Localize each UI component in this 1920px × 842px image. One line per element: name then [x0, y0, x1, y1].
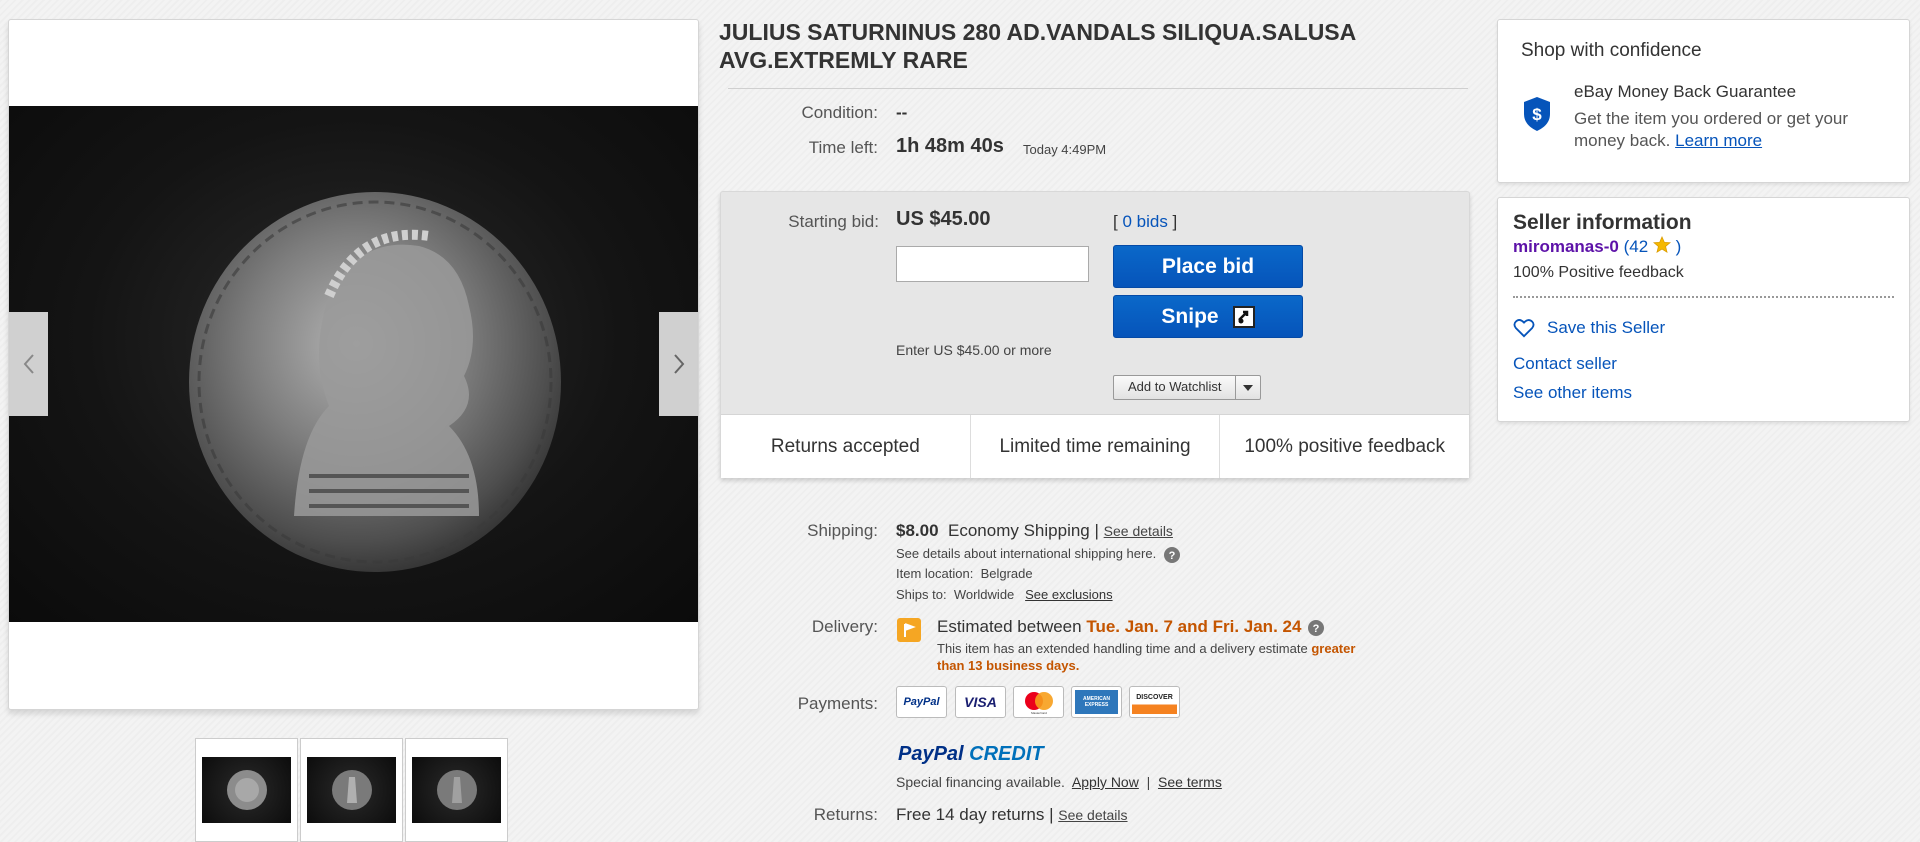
snipe-button[interactable]: Snipe: [1113, 295, 1303, 338]
svg-text:?: ?: [1313, 623, 1320, 635]
bid-amount-input[interactable]: [896, 246, 1089, 282]
trust-badges: Returns accepted Limited time remaining …: [721, 414, 1469, 478]
watchlist-dropdown[interactable]: [1236, 376, 1260, 399]
next-image-button[interactable]: [659, 312, 698, 416]
bid-history-link[interactable]: 0 bids: [1122, 212, 1167, 231]
svg-text:$: $: [1532, 105, 1542, 124]
coin-thumbnail-icon: [226, 770, 267, 810]
caret-down-icon: [1243, 384, 1254, 391]
guarantee-text: Get the item you ordered or get your mon…: [1574, 109, 1849, 150]
seller-name-row: miromanas-0 (42 ): [1513, 235, 1682, 256]
place-bid-button[interactable]: Place bid: [1113, 245, 1303, 288]
save-seller-button[interactable]: Save this Seller: [1513, 318, 1665, 338]
time-left-value: 1h 48m 40s: [896, 135, 1004, 157]
guarantee-title: eBay Money Back Guarantee: [1574, 82, 1797, 101]
seller-info-title: Seller information: [1513, 211, 1692, 234]
thumbnail-strip: [195, 738, 508, 842]
badge-feedback: 100% positive feedback: [1244, 435, 1446, 457]
payments-label: Payments:: [797, 694, 878, 713]
paypal-credit-logo: PayPal CREDIT: [898, 743, 1044, 765]
chevron-right-icon: [673, 354, 684, 374]
title-divider: [728, 88, 1468, 89]
badge-returns: Returns accepted: [721, 415, 971, 478]
feedback-score-link[interactable]: 42: [1629, 237, 1648, 256]
item-location: Item location: Belgrade: [896, 566, 1033, 581]
returns-details-link[interactable]: See details: [1058, 807, 1127, 823]
main-product-image[interactable]: [9, 106, 698, 622]
item-title: JULIUS SATURNINUS 280 AD.VANDALS SILIQUA…: [719, 19, 1356, 73]
bid-hint: Enter US $45.00 or more: [896, 342, 1052, 358]
previous-image-button[interactable]: [9, 312, 48, 416]
shipping-method: Economy Shipping: [948, 521, 1090, 540]
starting-bid-label: Starting bid:: [788, 212, 879, 231]
learn-more-link[interactable]: Learn more: [1675, 131, 1762, 150]
watchlist-label: Add to Watchlist: [1114, 376, 1237, 399]
discover-logo: DISCOVER: [1129, 686, 1180, 718]
snipe-extension-icon: [1232, 305, 1255, 328]
shop-with-confidence-panel: Shop with confidence $ eBay Money Back G…: [1497, 19, 1910, 183]
add-to-watchlist-button[interactable]: Add to Watchlist: [1113, 375, 1262, 400]
starting-price: US $45.00: [896, 208, 991, 230]
shipping-price: $8.00: [896, 521, 939, 540]
delivery-dates: Tue. Jan. 7 and Fri. Jan. 24: [1086, 617, 1302, 636]
end-time: Today 4:49PM: [1023, 142, 1107, 157]
save-seller-label: Save this Seller: [1547, 318, 1666, 337]
returns-line: Free 14 day returns | See details: [896, 805, 1128, 824]
thumbnail-2[interactable]: [300, 738, 403, 842]
intl-shipping-note: See details about international shipping…: [896, 546, 1180, 563]
chevron-left-icon: [23, 354, 34, 374]
ships-to: Ships to: Worldwide See exclusions: [896, 587, 1113, 602]
coin-image: [189, 192, 561, 572]
shipping-line: $8.00 Economy Shipping | See details: [896, 521, 1173, 540]
condition-label: Condition:: [801, 103, 878, 122]
shipping-label: Shipping:: [807, 521, 878, 540]
help-icon[interactable]: ?: [1163, 546, 1180, 563]
condition-value: --: [896, 103, 908, 122]
seller-information-panel: Seller information miromanas-0 (42 ) 100…: [1497, 197, 1910, 422]
returns-label: Returns:: [813, 805, 878, 824]
bid-count: [ 0 bids ]: [1113, 212, 1178, 231]
thumbnail-1[interactable]: [195, 738, 298, 842]
time-left-label: Time left:: [808, 138, 878, 157]
bid-panel: Starting bid: US $45.00 [ 0 bids ] Place…: [720, 191, 1470, 478]
visa-logo: VISA: [955, 686, 1006, 718]
svg-text:?: ?: [1168, 550, 1175, 562]
financing-line: Special financing available. Apply Now |…: [896, 774, 1222, 790]
delivery-label: Delivery:: [811, 617, 878, 636]
delivery-note: This item has an extended handling time …: [937, 641, 1356, 673]
coin-thumbnail-icon: [331, 770, 372, 810]
confidence-title: Shop with confidence: [1521, 40, 1702, 61]
image-viewer: [8, 19, 699, 710]
heart-icon: [1513, 319, 1535, 338]
delivery-estimate: Estimated between Tue. Jan. 7 and Fri. J…: [937, 617, 1325, 637]
badge-time: Limited time remaining: [971, 415, 1221, 478]
star-icon: [1652, 235, 1671, 253]
seller-name-link[interactable]: miromanas-0: [1513, 237, 1619, 256]
contact-seller-link[interactable]: Contact seller: [1513, 354, 1617, 374]
see-other-items-link[interactable]: See other items: [1513, 383, 1632, 403]
positive-feedback: 100% Positive feedback: [1513, 264, 1684, 281]
see-exclusions-link[interactable]: See exclusions: [1025, 587, 1112, 602]
thumbnail-3[interactable]: [405, 738, 508, 842]
apply-now-link[interactable]: Apply Now: [1072, 774, 1139, 790]
delivery-flag-icon: [897, 618, 921, 642]
mastercard-logo: MasterCard: [1013, 686, 1064, 718]
mastercard-icon: MasterCard: [1024, 692, 1053, 715]
help-icon[interactable]: ?: [1308, 619, 1325, 636]
shield-dollar-icon: $: [1524, 97, 1550, 131]
coin-thumbnail-icon: [436, 770, 477, 810]
paypal-logo: PayPal: [896, 686, 947, 718]
seller-divider: [1513, 296, 1894, 298]
amex-logo: AMERICAN EXPRESS: [1071, 686, 1122, 718]
see-terms-link[interactable]: See terms: [1158, 774, 1222, 790]
svg-text:MasterCard: MasterCard: [1031, 711, 1047, 715]
shipping-details-link[interactable]: See details: [1104, 523, 1173, 539]
